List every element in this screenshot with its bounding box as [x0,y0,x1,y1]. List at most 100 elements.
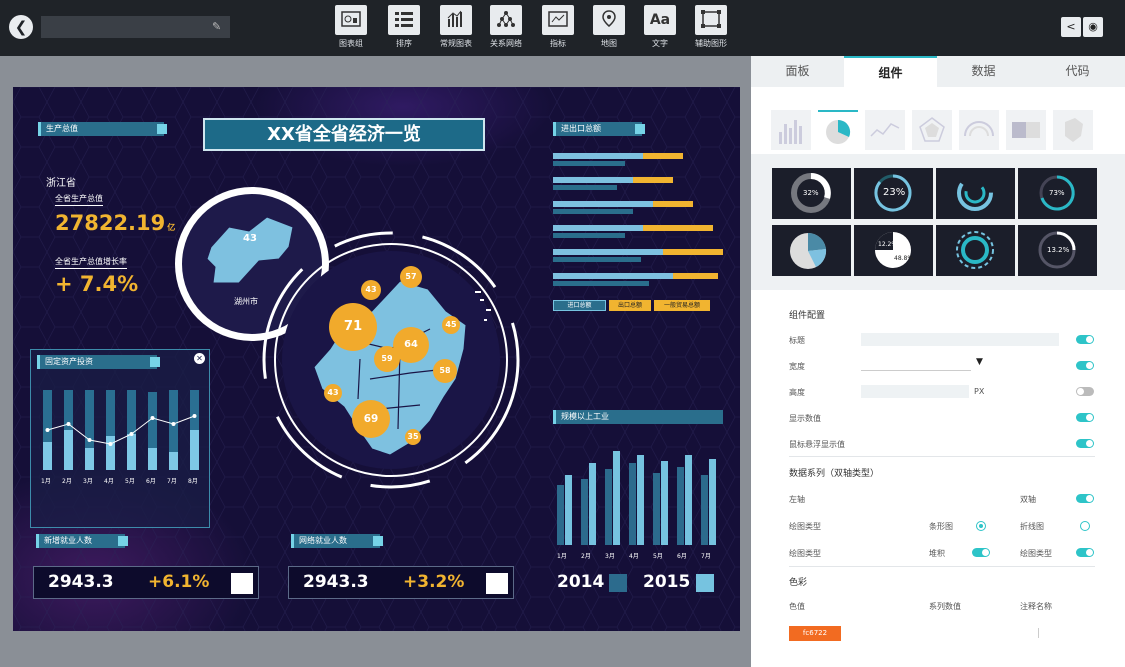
industry-bar [589,463,596,545]
height-field[interactable] [861,385,969,398]
width-dropdown-icon[interactable]: ▼ [976,357,983,367]
tool-regular-chart[interactable]: 常规图表 [433,5,479,49]
employment-box[interactable]: 2943.3 +6.1% [33,566,259,599]
city-value: 43 [243,233,257,244]
map-bubble[interactable]: 69 [352,400,390,438]
width-field[interactable] [861,370,971,371]
title-input[interactable] [41,16,230,38]
tool-text[interactable]: Aa 文字 [637,5,683,49]
tool-aux-shape[interactable]: 辅助图形 [688,5,734,49]
dashboard-canvas[interactable]: XX省全省经济一览 生产总值 浙江省 全省生产总值 27822.19 亿 全省生产… [13,87,740,631]
page-title[interactable]: XX省全省经济一览 [203,118,485,151]
gdp-section-title[interactable]: 生产总值 [38,122,167,136]
type-radar[interactable] [912,110,952,150]
import-export-bar [553,209,633,214]
import-export-bar [553,257,641,262]
type-bar[interactable] [771,110,811,150]
tool-sort[interactable]: 排序 [381,5,427,49]
title-field[interactable] [861,333,1059,346]
tool-relation-network[interactable]: 关系网络 [483,5,529,49]
shape-icon [695,5,727,35]
height-unit: PX [974,387,985,396]
import-export-legend: 进口总额 出口总额 一般贸易总额 [553,300,725,312]
tool-indicator[interactable]: 指标 [535,5,581,49]
network-employment-box[interactable]: 2943.3 +3.2% [288,566,514,599]
type-gauge[interactable] [959,110,999,150]
map-bubble[interactable]: 45 [442,316,460,334]
preview-eye-icon[interactable]: ◉ [1083,17,1103,37]
map-bubble[interactable]: 35 [405,429,421,445]
edit-icon[interactable]: ✎ [212,20,221,33]
month-label: 6月 [146,478,156,485]
industry-bar [581,479,588,545]
sort-icon [388,5,420,35]
stack-toggle[interactable] [972,548,990,557]
chart-group-icon [335,5,367,35]
legend-year-2014: 2014 [557,572,605,592]
import-export-bar [553,185,617,190]
month-label: 5月 [653,553,663,560]
map-chart-type-icon [1065,118,1083,142]
tab-code[interactable]: 代码 [1030,56,1125,87]
network-employment-title[interactable]: 网络就业人数 [291,534,383,548]
tool-map[interactable]: 地图 [586,5,632,49]
dual-axis-toggle[interactable] [1076,494,1094,503]
hover-values-toggle[interactable] [1076,439,1094,448]
industry-title[interactable]: 规模以上工业 [553,410,723,424]
back-button[interactable]: ❮ [9,15,33,39]
month-label: 6月 [677,553,687,560]
draw-type-toggle[interactable] [1076,548,1094,557]
fixed-asset-bar [43,442,52,470]
tool-chart-group[interactable]: 图表组 [328,5,374,49]
type-pie[interactable] [818,110,858,150]
thumb-pie-half[interactable]: 12.2% 48.8% [854,225,933,276]
line-chart-type-icon [870,123,900,137]
industry-bar [709,459,716,545]
month-label: 1月 [41,478,51,485]
thumb-ring-13[interactable]: 13.2% [1018,225,1097,276]
fixed-asset-bar [190,430,199,470]
color-swatch[interactable]: fc6722 [789,626,841,641]
industry-bar [629,463,636,545]
share-icon[interactable]: < [1061,17,1081,37]
month-label: 4月 [104,478,114,485]
type-line[interactable] [865,110,905,150]
month-label: 2月 [62,478,72,485]
show-values-toggle[interactable] [1076,413,1094,422]
import-export-title[interactable]: 进出口总额 [553,122,645,136]
map-bubble[interactable]: 43 [361,280,381,300]
config-heading: 组件配置 [789,311,826,321]
employment-title[interactable]: 新增就业人数 [36,534,128,548]
thumb-ring-73[interactable]: 73% [1018,168,1097,219]
thumb-ring-32[interactable]: 32% [772,168,851,219]
tab-panel[interactable]: 面板 [751,56,844,87]
color-heading: 色彩 [789,578,808,588]
text-icon: Aa [644,5,676,35]
thumb-pie[interactable] [772,225,851,276]
thumb-ring-23[interactable]: 23% [854,168,933,219]
title-toggle[interactable] [1076,335,1094,344]
type-map[interactable] [1053,110,1093,150]
type-table[interactable] [1006,110,1046,150]
fixed-asset-panel[interactable]: 固定资产投资 ✕ 1月 2月 3月 4月 5月 6月 7月 8月 [30,349,210,528]
width-toggle[interactable] [1076,361,1094,370]
thumb-ring-multi[interactable] [936,168,1015,219]
map-bubble[interactable]: 57 [400,266,422,288]
map-bubble[interactable]: 43 [324,384,342,402]
map-bubble[interactable]: 71 [329,303,377,351]
bar-type-radio[interactable] [976,521,986,531]
tab-data[interactable]: 数据 [937,56,1030,87]
fixed-asset-bar [85,448,94,470]
fixed-asset-point [66,422,71,426]
import-export-bar [553,153,643,159]
thumb-ring-dashed[interactable] [936,225,1015,276]
map-bubble[interactable]: 59 [374,346,400,372]
network-employment-change: +3.2% [403,572,465,592]
fixed-asset-point [87,438,92,442]
tab-component[interactable]: 组件 [844,56,937,87]
line-type-radio[interactable] [1080,521,1090,531]
map-bubble[interactable]: 58 [433,359,457,383]
height-toggle[interactable] [1076,387,1094,396]
fixed-asset-bar [106,436,115,470]
import-export-bar [553,249,663,255]
